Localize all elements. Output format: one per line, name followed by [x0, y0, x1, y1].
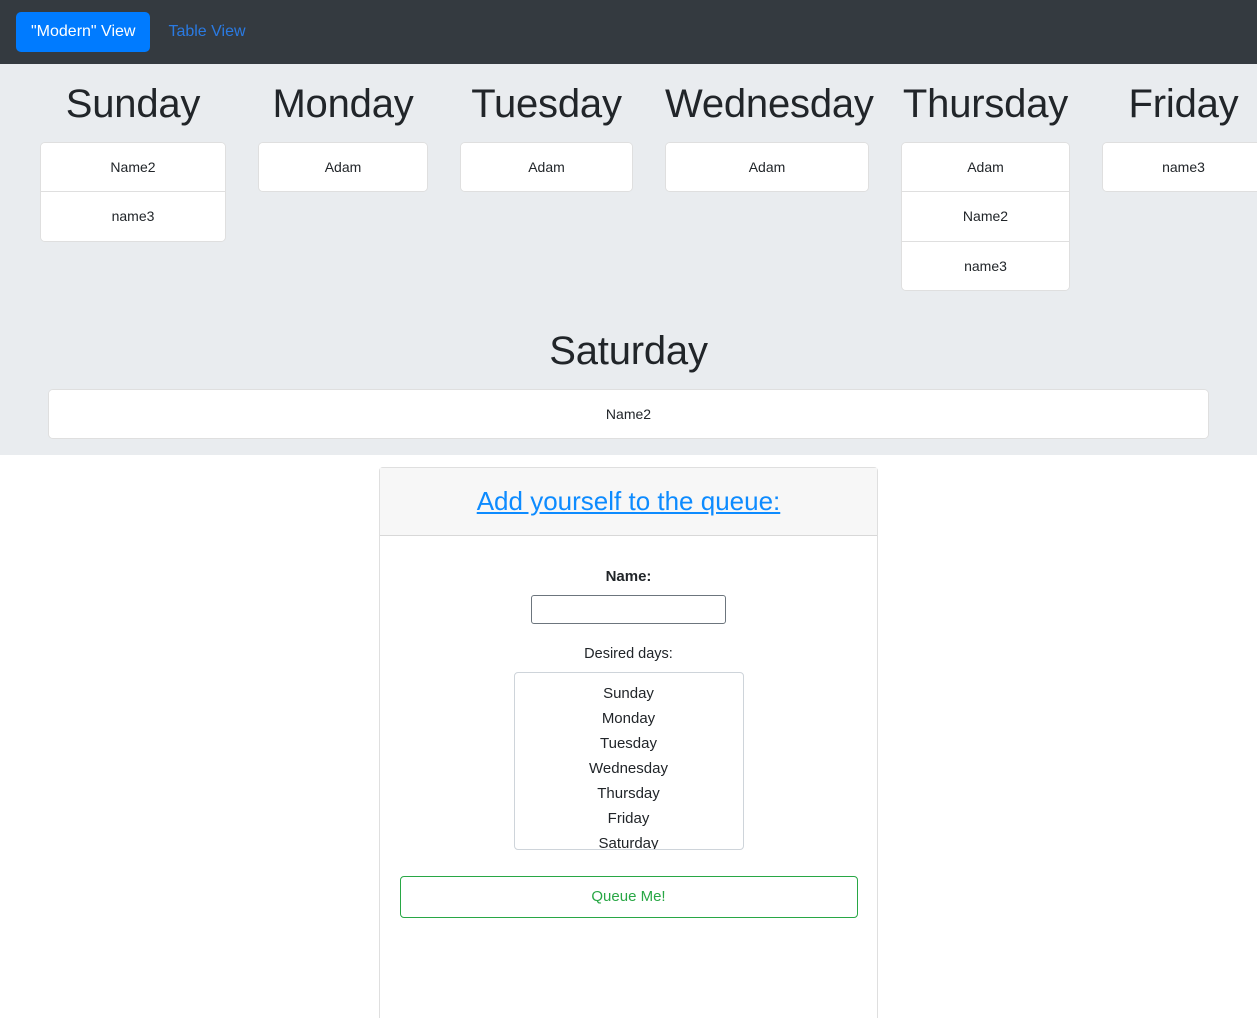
day-column-friday: Friday name3 — [1086, 80, 1257, 193]
day-column-tuesday: Tuesday Adam — [444, 80, 649, 193]
day-title-sunday: Sunday — [65, 82, 201, 126]
day-title-thursday: Thursday — [902, 82, 1069, 126]
name-label: Name: — [605, 568, 652, 585]
day-column-monday: Monday Adam — [242, 80, 444, 193]
day-option-wednesday[interactable]: Wednesday — [515, 756, 743, 781]
list-item[interactable]: Adam — [259, 143, 427, 192]
list-item[interactable]: Adam — [902, 143, 1069, 192]
add-yourself-link[interactable]: Add yourself to the queue: — [477, 486, 781, 516]
day-column-sunday: Sunday Name2 name3 — [24, 80, 242, 242]
queue-list-tuesday: Adam — [460, 142, 633, 193]
day-title-saturday: Saturday — [549, 328, 708, 373]
week-row: Sunday Name2 name3 Monday Adam Tuesday A… — [24, 80, 1257, 291]
list-item[interactable]: Name2 — [41, 143, 225, 192]
day-title-monday: Monday — [272, 82, 414, 126]
day-option-saturday[interactable]: Saturday — [515, 831, 743, 849]
day-column-saturday: Saturday Name2 — [24, 327, 1233, 440]
queue-list-friday: name3 — [1102, 142, 1257, 193]
day-option-tuesday[interactable]: Tuesday — [515, 731, 743, 756]
queue-me-button[interactable]: Queue Me! — [399, 876, 858, 918]
desired-days-select[interactable]: Sunday Monday Tuesday Wednesday Thursday… — [513, 672, 744, 850]
day-title-friday: Friday — [1128, 82, 1239, 126]
list-item[interactable]: Name2 — [902, 191, 1069, 241]
queue-list-thursday: Adam Name2 name3 — [901, 142, 1070, 291]
day-title-tuesday: Tuesday — [471, 82, 622, 126]
day-option-sunday[interactable]: Sunday — [515, 681, 743, 706]
name-input[interactable] — [531, 595, 726, 624]
modern-view-button[interactable]: "Modern" View — [16, 12, 151, 52]
list-item[interactable]: name3 — [1103, 143, 1257, 192]
queue-list-wednesday: Adam — [665, 142, 869, 193]
card-body: Name: Desired days: Sunday Monday Tuesda… — [380, 536, 877, 934]
form-area: Add yourself to the queue: Name: Desired… — [0, 455, 1257, 1018]
list-item[interactable]: Name2 — [49, 389, 1208, 439]
day-column-thursday: Thursday Adam Name2 name3 — [885, 80, 1086, 291]
day-option-friday[interactable]: Friday — [515, 806, 743, 831]
list-item[interactable]: Adam — [461, 143, 632, 192]
table-view-link[interactable]: Table View — [154, 12, 259, 52]
day-column-wednesday: Wednesday Adam — [649, 80, 885, 193]
queue-list-sunday: Name2 name3 — [40, 142, 226, 242]
list-item[interactable]: name3 — [902, 240, 1069, 290]
desired-days-label: Desired days: — [584, 646, 673, 662]
list-item[interactable]: name3 — [41, 191, 225, 241]
day-title-wednesday: Wednesday — [665, 82, 874, 126]
queue-list-monday: Adam — [258, 142, 428, 193]
add-to-queue-card: Add yourself to the queue: Name: Desired… — [379, 467, 878, 1018]
list-item[interactable]: Adam — [666, 143, 868, 192]
schedule-panel: Sunday Name2 name3 Monday Adam Tuesday A… — [0, 64, 1257, 455]
queue-list-saturday: Name2 — [48, 388, 1209, 440]
card-header: Add yourself to the queue: — [380, 468, 877, 536]
day-option-monday[interactable]: Monday — [515, 706, 743, 731]
day-option-thursday[interactable]: Thursday — [515, 781, 743, 806]
top-navbar: "Modern" View Table View — [0, 0, 1257, 64]
